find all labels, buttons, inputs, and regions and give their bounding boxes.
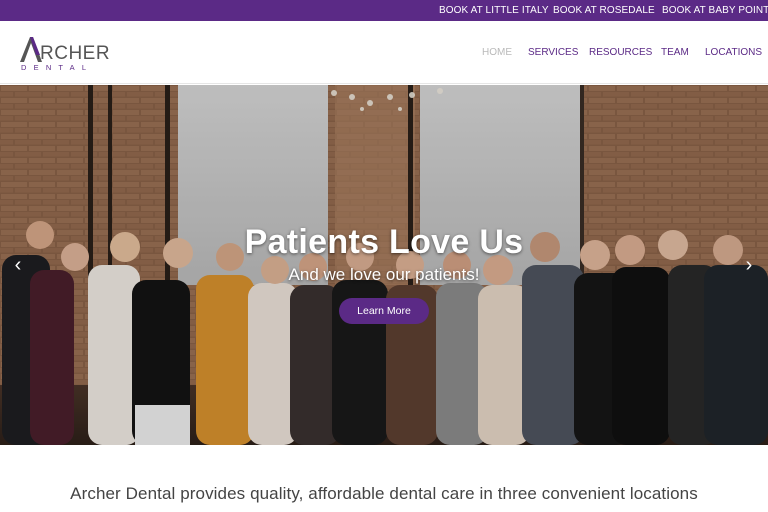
archer-dental-logo[interactable]: RCHER DENTAL bbox=[18, 35, 110, 73]
book-rosedale-link[interactable]: BOOK AT ROSEDALE bbox=[553, 0, 655, 21]
nav-services[interactable]: SERVICES bbox=[528, 47, 578, 58]
intro-text: Archer Dental provides quality, affordab… bbox=[70, 484, 698, 503]
top-booking-bar: BOOK AT LITTLE ITALY BOOK AT ROSEDALE BO… bbox=[0, 0, 768, 21]
hero-subtitle: And we love our patients! bbox=[288, 265, 480, 284]
logo-subtitle: DENTAL bbox=[21, 63, 94, 72]
nav-locations[interactable]: LOCATIONS bbox=[705, 47, 762, 58]
book-baby-point-link[interactable]: BOOK AT BABY POINT bbox=[662, 0, 768, 21]
hero-slider: Patients Love Us And we love our patient… bbox=[0, 85, 768, 445]
nav-team[interactable]: TEAM bbox=[661, 47, 689, 58]
hero-title: Patients Love Us bbox=[244, 223, 524, 261]
learn-more-button[interactable]: Learn More bbox=[339, 298, 429, 324]
chevron-right-icon[interactable]: › bbox=[741, 255, 757, 275]
nav-resources[interactable]: RESOURCES bbox=[589, 47, 652, 58]
site-header: RCHER DENTAL HOME SERVICES RESOURCES TEA… bbox=[0, 21, 768, 84]
chevron-left-icon[interactable]: ‹ bbox=[10, 255, 26, 275]
book-little-italy-link[interactable]: BOOK AT LITTLE ITALY bbox=[439, 0, 549, 21]
logo-wordmark: RCHER bbox=[40, 43, 111, 64]
nav-home[interactable]: HOME bbox=[482, 47, 512, 58]
